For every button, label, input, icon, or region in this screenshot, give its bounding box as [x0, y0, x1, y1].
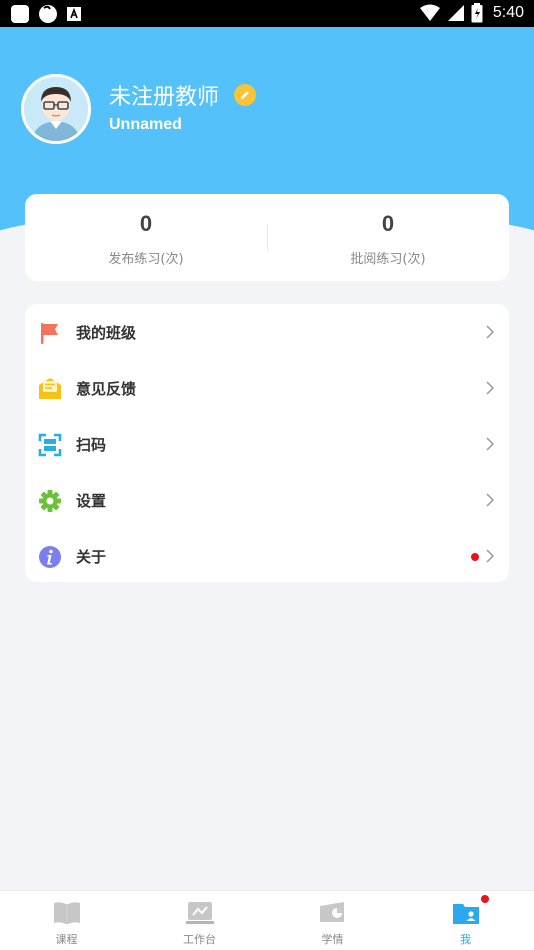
workbench-icon: [185, 902, 214, 924]
menu-item-label: 设置: [76, 492, 107, 510]
stat-value: 0: [139, 211, 153, 236]
stat-value: 0: [381, 211, 395, 236]
menu-item-my-class[interactable]: 我的班级: [25, 304, 509, 360]
book-icon: [53, 902, 80, 924]
teacher-avatar: [24, 77, 88, 141]
status-time: 5:40: [492, 4, 524, 21]
app-circle-icon: [39, 5, 57, 23]
profile-name: 未注册教师: [109, 85, 220, 110]
notification-dot: [471, 553, 479, 561]
wifi-icon: [419, 4, 440, 21]
chevron-right-icon: [486, 437, 495, 451]
stat-reviewed[interactable]: 0 批阅练习(次): [267, 194, 509, 281]
menu-item-label: 扫码: [76, 436, 107, 454]
status-bar: 5:40: [0, 0, 534, 27]
tab-label: 学情: [321, 933, 344, 946]
stat-published[interactable]: 0 发布练习(次): [25, 194, 267, 281]
tab-courses[interactable]: 课程: [0, 891, 133, 950]
menu-item-settings[interactable]: 设置: [25, 472, 509, 528]
feedback-envelope-icon: [39, 378, 61, 399]
stat-label: 批阅练习(次): [350, 252, 426, 267]
menu-item-label: 关于: [76, 548, 107, 566]
chevron-right-icon: [486, 381, 495, 395]
stat-label: 发布练习(次): [108, 252, 184, 267]
chart-card-icon: [319, 902, 344, 922]
profile-folder-icon: [452, 904, 479, 924]
battery-icon: [471, 3, 483, 23]
tab-me[interactable]: 我: [399, 891, 532, 950]
menu-item-scan[interactable]: 扫码: [25, 416, 509, 472]
tab-learning-status[interactable]: 学情: [266, 891, 399, 950]
flag-icon: [41, 323, 58, 344]
chevron-right-icon: [486, 325, 495, 339]
a-box-icon: [67, 7, 81, 21]
menu-item-feedback[interactable]: 意见反馈: [25, 360, 509, 416]
chevron-right-icon: [486, 493, 495, 507]
tab-label: 工作台: [183, 933, 216, 946]
notification-dot: [481, 895, 489, 903]
profile-subtitle: Unnamed: [109, 116, 182, 133]
tab-label: 我: [460, 933, 471, 946]
info-icon: [39, 546, 61, 568]
gear-icon: [39, 490, 61, 512]
pencil-icon: [241, 91, 249, 99]
scan-icon: [38, 433, 62, 457]
bottom-tab-bar: 课程 工作台 学情 我: [0, 890, 534, 950]
chevron-right-icon: [486, 549, 495, 563]
avatar[interactable]: [21, 74, 91, 144]
tab-label: 课程: [55, 933, 78, 946]
menu-item-label: 我的班级: [76, 324, 137, 342]
menu-item-label: 意见反馈: [76, 380, 137, 398]
notification-square-icon: [11, 5, 29, 23]
menu-item-about[interactable]: 关于: [25, 528, 509, 584]
menu-card: 我的班级 意见反馈 扫码 设置 关于: [25, 304, 509, 582]
tab-workbench[interactable]: 工作台: [133, 891, 266, 950]
stats-card: 0 发布练习(次) 0 批阅练习(次): [25, 194, 509, 281]
edit-profile-button[interactable]: [234, 84, 256, 106]
signal-icon: [447, 5, 464, 21]
